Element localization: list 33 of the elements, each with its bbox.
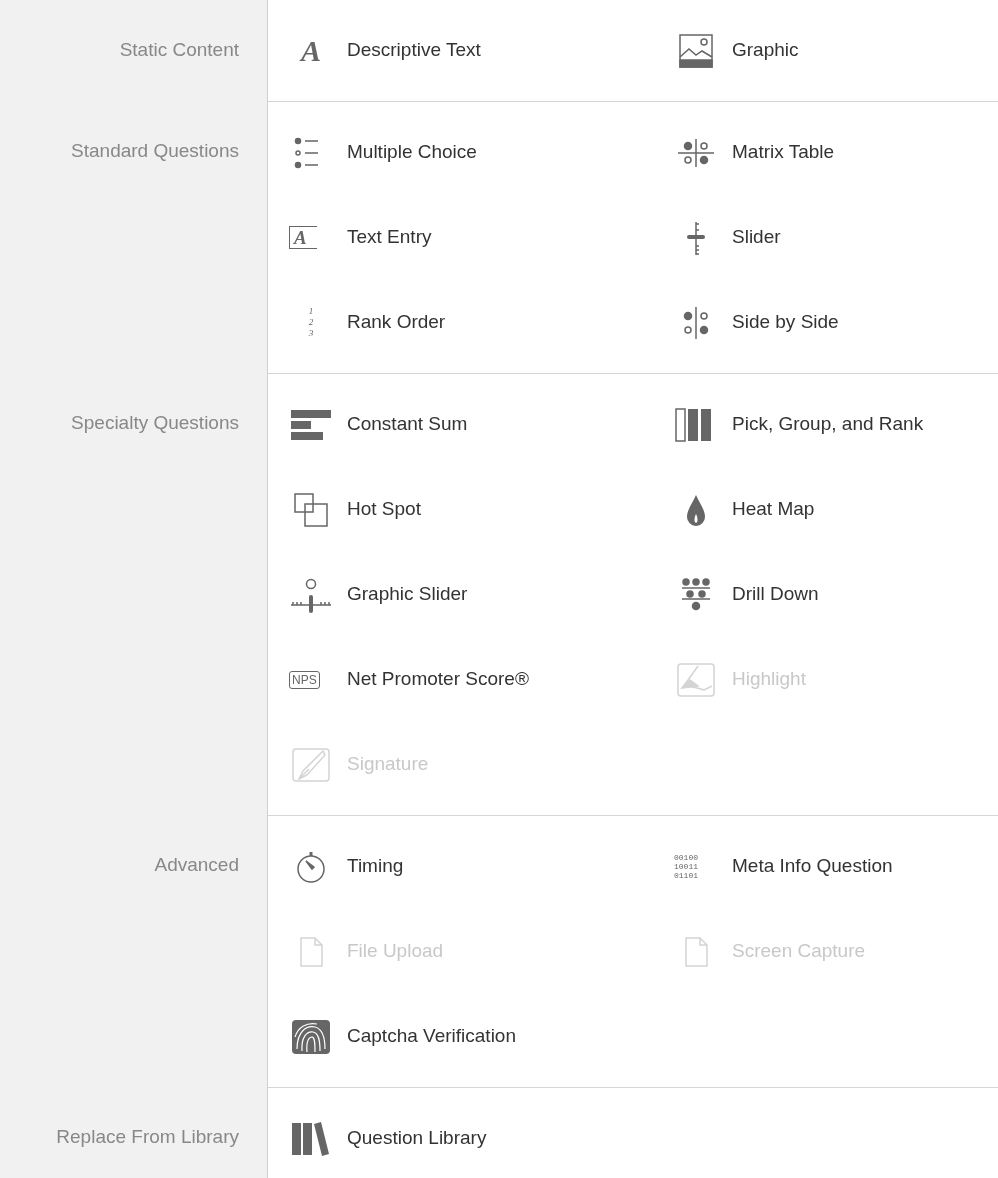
question-type-option[interactable]: Text Entry xyxy=(347,223,432,252)
question-type-option[interactable]: Graphic xyxy=(732,36,799,65)
question-type-option[interactable]: Question Library xyxy=(347,1124,487,1153)
question-type-option[interactable]: Captcha Verification xyxy=(347,1022,516,1051)
question-type-option[interactable]: Net Promoter Score® xyxy=(347,665,529,694)
question-type-option[interactable]: Pick, Group, and Rank xyxy=(732,410,924,439)
section-label: Replace From Library xyxy=(56,1125,239,1150)
pen-icon xyxy=(289,746,333,783)
question-type-option[interactable]: Hot Spot xyxy=(347,495,421,524)
fingerprint-icon xyxy=(289,1018,333,1055)
question-type-option[interactable]: Drill Down xyxy=(732,580,819,609)
question-type-option[interactable]: Multiple Choice xyxy=(347,138,477,167)
question-type-option[interactable]: Graphic Slider xyxy=(347,580,468,609)
text-field-icon: A xyxy=(289,226,317,249)
question-type-option[interactable]: Side by Side xyxy=(732,308,839,337)
section-label: Standard Questions xyxy=(71,139,239,164)
badge-icon: NPS xyxy=(289,670,320,689)
numbered-list-icon: 1 2 3 xyxy=(308,306,314,339)
question-type-option[interactable]: Descriptive Text xyxy=(347,36,481,65)
graphic-slider-icon xyxy=(289,576,333,613)
section-label: Static Content xyxy=(119,38,239,63)
question-type-option[interactable]: Meta Info Question xyxy=(732,852,893,881)
question-type-option[interactable]: Matrix Table xyxy=(732,138,835,167)
binary-code-icon: 00100 10011 01101 xyxy=(674,853,698,880)
section-label: Specialty Questions xyxy=(71,411,239,436)
letter-icon: A xyxy=(301,35,321,66)
question-type-option[interactable]: Heat Map xyxy=(732,495,815,524)
question-type-option[interactable]: Slider xyxy=(732,223,781,252)
question-type-option[interactable]: Timing xyxy=(347,852,404,881)
question-type-option[interactable]: Constant Sum xyxy=(347,410,468,439)
section-label: Advanced xyxy=(154,853,239,878)
highlighter-icon xyxy=(674,661,718,698)
question-type-option[interactable]: Rank Order xyxy=(347,308,446,337)
